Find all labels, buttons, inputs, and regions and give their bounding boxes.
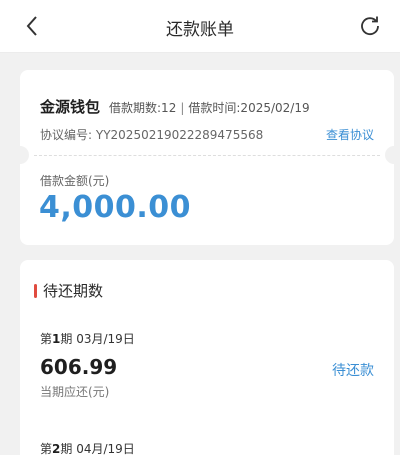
product-info-row: 金源钱包 借款期数:12 | 借款时间:2025/02/19 (40, 96, 384, 117)
refresh-icon (361, 16, 379, 36)
period-header: 第2期 04月/19日 (40, 440, 374, 455)
period-unit: 期 (60, 332, 73, 346)
repayment-bill-page: 还款账单 金源钱包 借款期数:12 | 借款时间:2025/02/19 协议编号: … (0, 0, 400, 455)
loan-info-card: 金源钱包 借款期数:12 | 借款时间:2025/02/19 协议编号: YY202… (11, 70, 400, 245)
loan-time: 借款时间:2025/02/19 (188, 101, 310, 115)
period-amount-caption: 当期应还(元) (40, 385, 110, 399)
refresh-button[interactable] (356, 12, 384, 40)
loan-amount-value: 4,000.00 (39, 190, 192, 225)
loan-meta: 借款期数:12 | 借款时间:2025/02/19 (109, 99, 310, 116)
ticket-notch-left (11, 146, 29, 164)
period-due-date: 03月/19日 (76, 332, 135, 346)
agreement-number: YY2025021902228947556​8 (95, 128, 264, 142)
view-agreement-link[interactable]: 查看协议 (326, 126, 374, 143)
period-item[interactable]: 第2期 04月/19日 (40, 440, 374, 455)
pending-periods-card: 待还期数 第1期 03月/19日 606.99 当期应还(元) 待还款 第2期 … (20, 260, 394, 455)
dashed-divider (34, 155, 380, 156)
ticket-notch-right (385, 146, 400, 164)
section-title-text: 待还期数 (43, 282, 104, 300)
section-accent-bar (34, 283, 37, 298)
period-unit: 期 (60, 442, 73, 455)
repay-status-button[interactable]: 待还款 (332, 360, 374, 380)
period-prefix: 第 (40, 332, 53, 346)
period-due-date: 04月/19日 (76, 442, 135, 455)
agreement-row: 协议编号: YY2025021902228947556​8 查看协议 (40, 126, 374, 143)
period-prefix: 第 (40, 442, 53, 455)
meta-separator: | (180, 101, 185, 115)
period-amount: 606.99 (40, 355, 118, 379)
period-item[interactable]: 第1期 03月/19日 606.99 当期应还(元) 待还款 (40, 330, 374, 400)
loan-periods: 借款期数:12 (109, 101, 177, 115)
agreement-number-block: 协议编号: YY2025021902228947556​8 (40, 126, 263, 143)
period-header: 第1期 03月/19日 (40, 330, 374, 347)
section-title: 待还期数 (34, 280, 103, 301)
top-nav-bar: 还款账单 (0, 0, 400, 53)
loan-amount-label: 借款金额(元) (40, 174, 110, 188)
agreement-label: 协议编号: (40, 128, 93, 142)
product-name: 金源钱包 (40, 98, 101, 116)
page-title: 还款账单 (166, 20, 234, 40)
